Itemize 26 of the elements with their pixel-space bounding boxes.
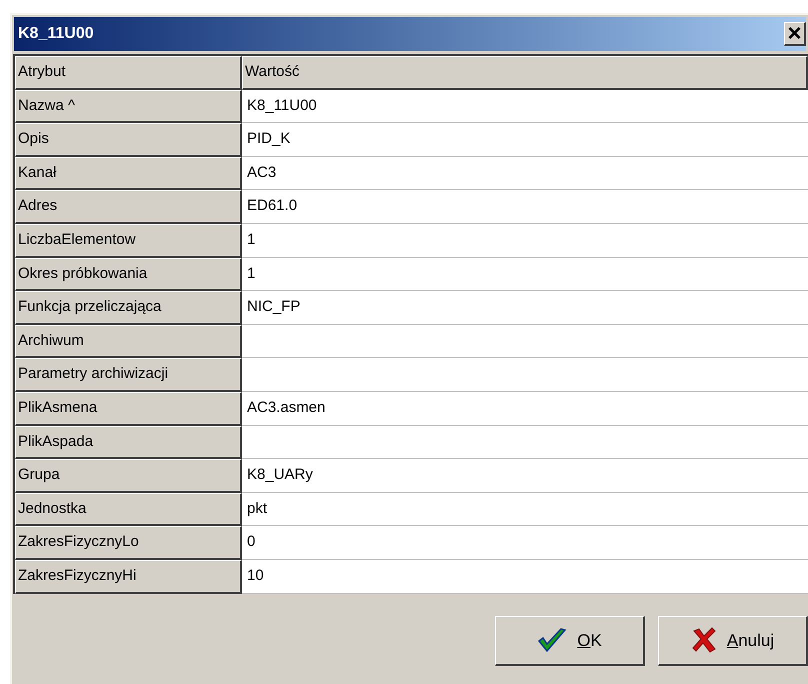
column-header[interactable]: Wartość [242, 56, 808, 90]
attribute-cell: ZakresFizycznyLo [15, 526, 242, 560]
window-title: K8_11U00 [18, 24, 94, 44]
attribute-cell: PlikAsmena [15, 392, 242, 426]
value-cell[interactable]: 1 [242, 258, 808, 292]
attribute-cell: Parametry archiwizacji [15, 358, 242, 392]
attribute-cell: ZakresFizycznyHi [15, 560, 242, 594]
close-button[interactable]: × [784, 22, 806, 46]
attribute-cell: Jednostka [15, 492, 242, 526]
column-header[interactable]: Atrybut [15, 56, 242, 90]
attribute-cell: PlikAspada [15, 426, 242, 460]
check-icon [537, 627, 568, 654]
attribute-cell: Opis [15, 123, 242, 157]
attribute-cell: Kanał [15, 156, 242, 190]
value-cell[interactable]: K8_11U00 [242, 90, 808, 124]
attribute-cell: Adres [15, 190, 242, 224]
attribute-cell: Nazwa ^ [15, 90, 242, 124]
cross-icon [690, 627, 717, 654]
ok-button[interactable]: OK [495, 616, 645, 666]
cancel-button[interactable]: Anuluj [658, 616, 808, 666]
attribute-cell: Grupa [15, 459, 242, 493]
attribute-cell: LiczbaElementow [15, 224, 242, 258]
attribute-cell: Funkcja przeliczająca [15, 291, 242, 325]
value-cell[interactable]: pkt [242, 492, 808, 526]
attribute-cell: Okres próbkowania [15, 258, 242, 292]
attribute-cell: Archiwum [15, 324, 242, 358]
